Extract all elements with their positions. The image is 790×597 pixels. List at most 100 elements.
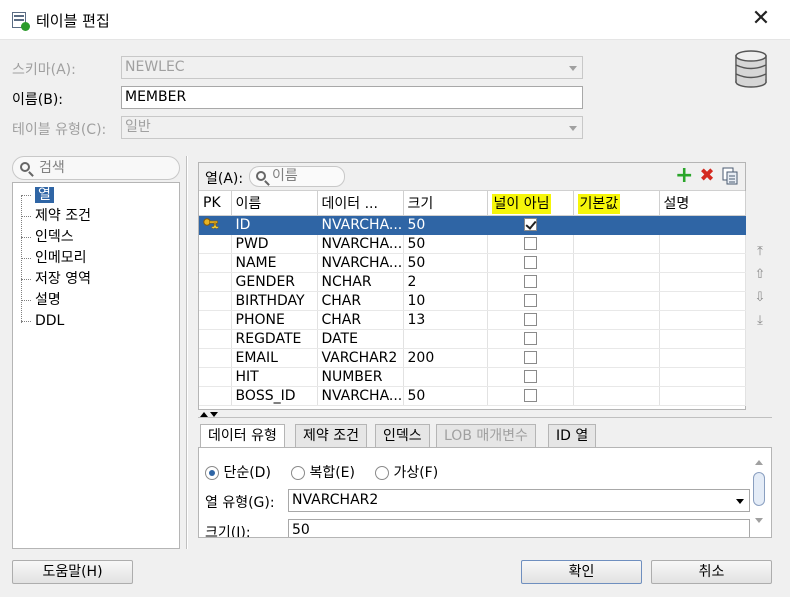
- nav-search-input[interactable]: 검색: [12, 156, 180, 180]
- column-type-cell[interactable]: CHAR: [317, 291, 404, 311]
- header-size[interactable]: 크기: [403, 191, 488, 216]
- column-size-cell[interactable]: 2: [403, 272, 488, 292]
- table-row[interactable]: BIRTHDAY CHAR 10: [199, 291, 746, 311]
- not-null-checkbox[interactable]: [523, 294, 537, 307]
- not-null-checkbox[interactable]: [523, 332, 537, 345]
- default-cell[interactable]: [573, 272, 660, 292]
- ok-button[interactable]: 확인: [521, 560, 642, 584]
- table-row[interactable]: NAME NVARCHA... 50: [199, 253, 746, 273]
- pk-cell[interactable]: [199, 234, 232, 254]
- detail-scrollbar[interactable]: [753, 460, 765, 526]
- table-row[interactable]: PWD NVARCHA... 50: [199, 234, 746, 254]
- column-type-cell[interactable]: NVARCHA...: [317, 253, 404, 273]
- column-size-cell[interactable]: [403, 367, 488, 387]
- column-name-cell[interactable]: EMAIL: [231, 348, 318, 368]
- table-row[interactable]: PHONE CHAR 13: [199, 310, 746, 330]
- not-null-cell[interactable]: [487, 367, 574, 387]
- column-name-cell[interactable]: PHONE: [231, 310, 318, 330]
- not-null-cell[interactable]: [487, 310, 574, 330]
- header-not-null[interactable]: 널이 아님: [487, 191, 574, 216]
- column-type-cell[interactable]: DATE: [317, 329, 404, 349]
- column-search-input[interactable]: 이름: [249, 166, 345, 187]
- column-size-cell[interactable]: 50: [403, 386, 488, 406]
- column-name-cell[interactable]: GENDER: [231, 272, 318, 292]
- pk-cell[interactable]: [199, 386, 232, 406]
- default-cell[interactable]: [573, 310, 660, 330]
- column-size-cell[interactable]: 50: [403, 215, 488, 235]
- column-type-cell[interactable]: NUMBER: [317, 367, 404, 387]
- header-comment[interactable]: 설명: [659, 191, 746, 216]
- column-name-cell[interactable]: NAME: [231, 253, 318, 273]
- nav-item-storage[interactable]: 저장 영역: [21, 269, 91, 289]
- table-row[interactable]: HIT NUMBER: [199, 367, 746, 387]
- pk-cell[interactable]: [199, 348, 232, 368]
- pk-cell[interactable]: [199, 215, 232, 235]
- column-name-cell[interactable]: ID: [231, 215, 318, 235]
- radio-complex[interactable]: 복합(E): [291, 462, 355, 482]
- header-pk[interactable]: PK: [199, 191, 232, 216]
- comment-cell[interactable]: [659, 291, 746, 311]
- table-row[interactable]: EMAIL VARCHAR2 200: [199, 348, 746, 368]
- tab-constraints[interactable]: 제약 조건: [295, 424, 367, 448]
- nav-item-indexes[interactable]: 인덱스: [21, 227, 74, 247]
- comment-cell[interactable]: [659, 234, 746, 254]
- add-column-icon[interactable]: +: [675, 165, 693, 187]
- table-row[interactable]: BOSS_ID NVARCHA... 50: [199, 386, 746, 406]
- column-size-cell[interactable]: 200: [403, 348, 488, 368]
- not-null-checkbox[interactable]: [523, 275, 537, 288]
- column-size-cell[interactable]: 13: [403, 310, 488, 330]
- column-type-cell[interactable]: NVARCHA...: [317, 215, 404, 235]
- column-size-cell[interactable]: 10: [403, 291, 488, 311]
- close-button[interactable]: ✕: [750, 8, 772, 30]
- column-size-cell[interactable]: 50: [403, 253, 488, 273]
- not-null-checkbox[interactable]: [523, 351, 537, 364]
- table-row[interactable]: GENDER NCHAR 2: [199, 272, 746, 292]
- column-size-cell[interactable]: 50: [403, 234, 488, 254]
- nav-item-inmemory[interactable]: 인메모리: [21, 248, 87, 268]
- header-data-type[interactable]: 데이터 ...: [317, 191, 404, 216]
- column-size-cell[interactable]: [403, 329, 488, 349]
- default-cell[interactable]: [573, 253, 660, 273]
- default-cell[interactable]: [573, 329, 660, 349]
- comment-cell[interactable]: [659, 272, 746, 292]
- tab-data-type[interactable]: 데이터 유형: [200, 424, 285, 449]
- help-button[interactable]: 도움말(H): [12, 560, 133, 584]
- table-row[interactable]: REGDATE DATE: [199, 329, 746, 349]
- comment-cell[interactable]: [659, 348, 746, 368]
- not-null-cell[interactable]: [487, 253, 574, 273]
- size-input[interactable]: 50: [288, 519, 750, 537]
- not-null-cell[interactable]: [487, 386, 574, 406]
- delete-column-icon[interactable]: ✖: [698, 167, 716, 185]
- default-cell[interactable]: [573, 215, 660, 235]
- pk-cell[interactable]: [199, 291, 232, 311]
- table-name-input[interactable]: MEMBER: [121, 86, 583, 109]
- column-name-cell[interactable]: PWD: [231, 234, 318, 254]
- column-type-cell[interactable]: NCHAR: [317, 272, 404, 292]
- pk-cell[interactable]: [199, 272, 232, 292]
- comment-cell[interactable]: [659, 367, 746, 387]
- vertical-splitter[interactable]: [186, 156, 188, 549]
- tab-identity-column[interactable]: ID 열: [548, 424, 597, 448]
- comment-cell[interactable]: [659, 310, 746, 330]
- move-down-icon[interactable]: ⇩: [752, 289, 768, 307]
- comment-cell[interactable]: [659, 253, 746, 273]
- column-name-cell[interactable]: BOSS_ID: [231, 386, 318, 406]
- not-null-checkbox[interactable]: [523, 256, 537, 269]
- radio-simple[interactable]: 단순(D): [205, 462, 271, 482]
- not-null-checkbox[interactable]: [523, 218, 537, 231]
- cancel-button[interactable]: 취소: [651, 560, 772, 584]
- nav-item-comment[interactable]: 설명: [21, 290, 61, 310]
- default-cell[interactable]: [573, 234, 660, 254]
- column-type-select[interactable]: NVARCHAR2: [288, 489, 750, 512]
- default-cell[interactable]: [573, 386, 660, 406]
- not-null-cell[interactable]: [487, 348, 574, 368]
- default-cell[interactable]: [573, 367, 660, 387]
- not-null-cell[interactable]: [487, 234, 574, 254]
- column-name-cell[interactable]: HIT: [231, 367, 318, 387]
- table-row[interactable]: ID NVARCHA... 50: [199, 215, 746, 235]
- column-name-cell[interactable]: REGDATE: [231, 329, 318, 349]
- move-top-icon[interactable]: ⤒: [752, 243, 768, 261]
- default-cell[interactable]: [573, 348, 660, 368]
- move-up-icon[interactable]: ⇧: [752, 266, 768, 284]
- not-null-cell[interactable]: [487, 329, 574, 349]
